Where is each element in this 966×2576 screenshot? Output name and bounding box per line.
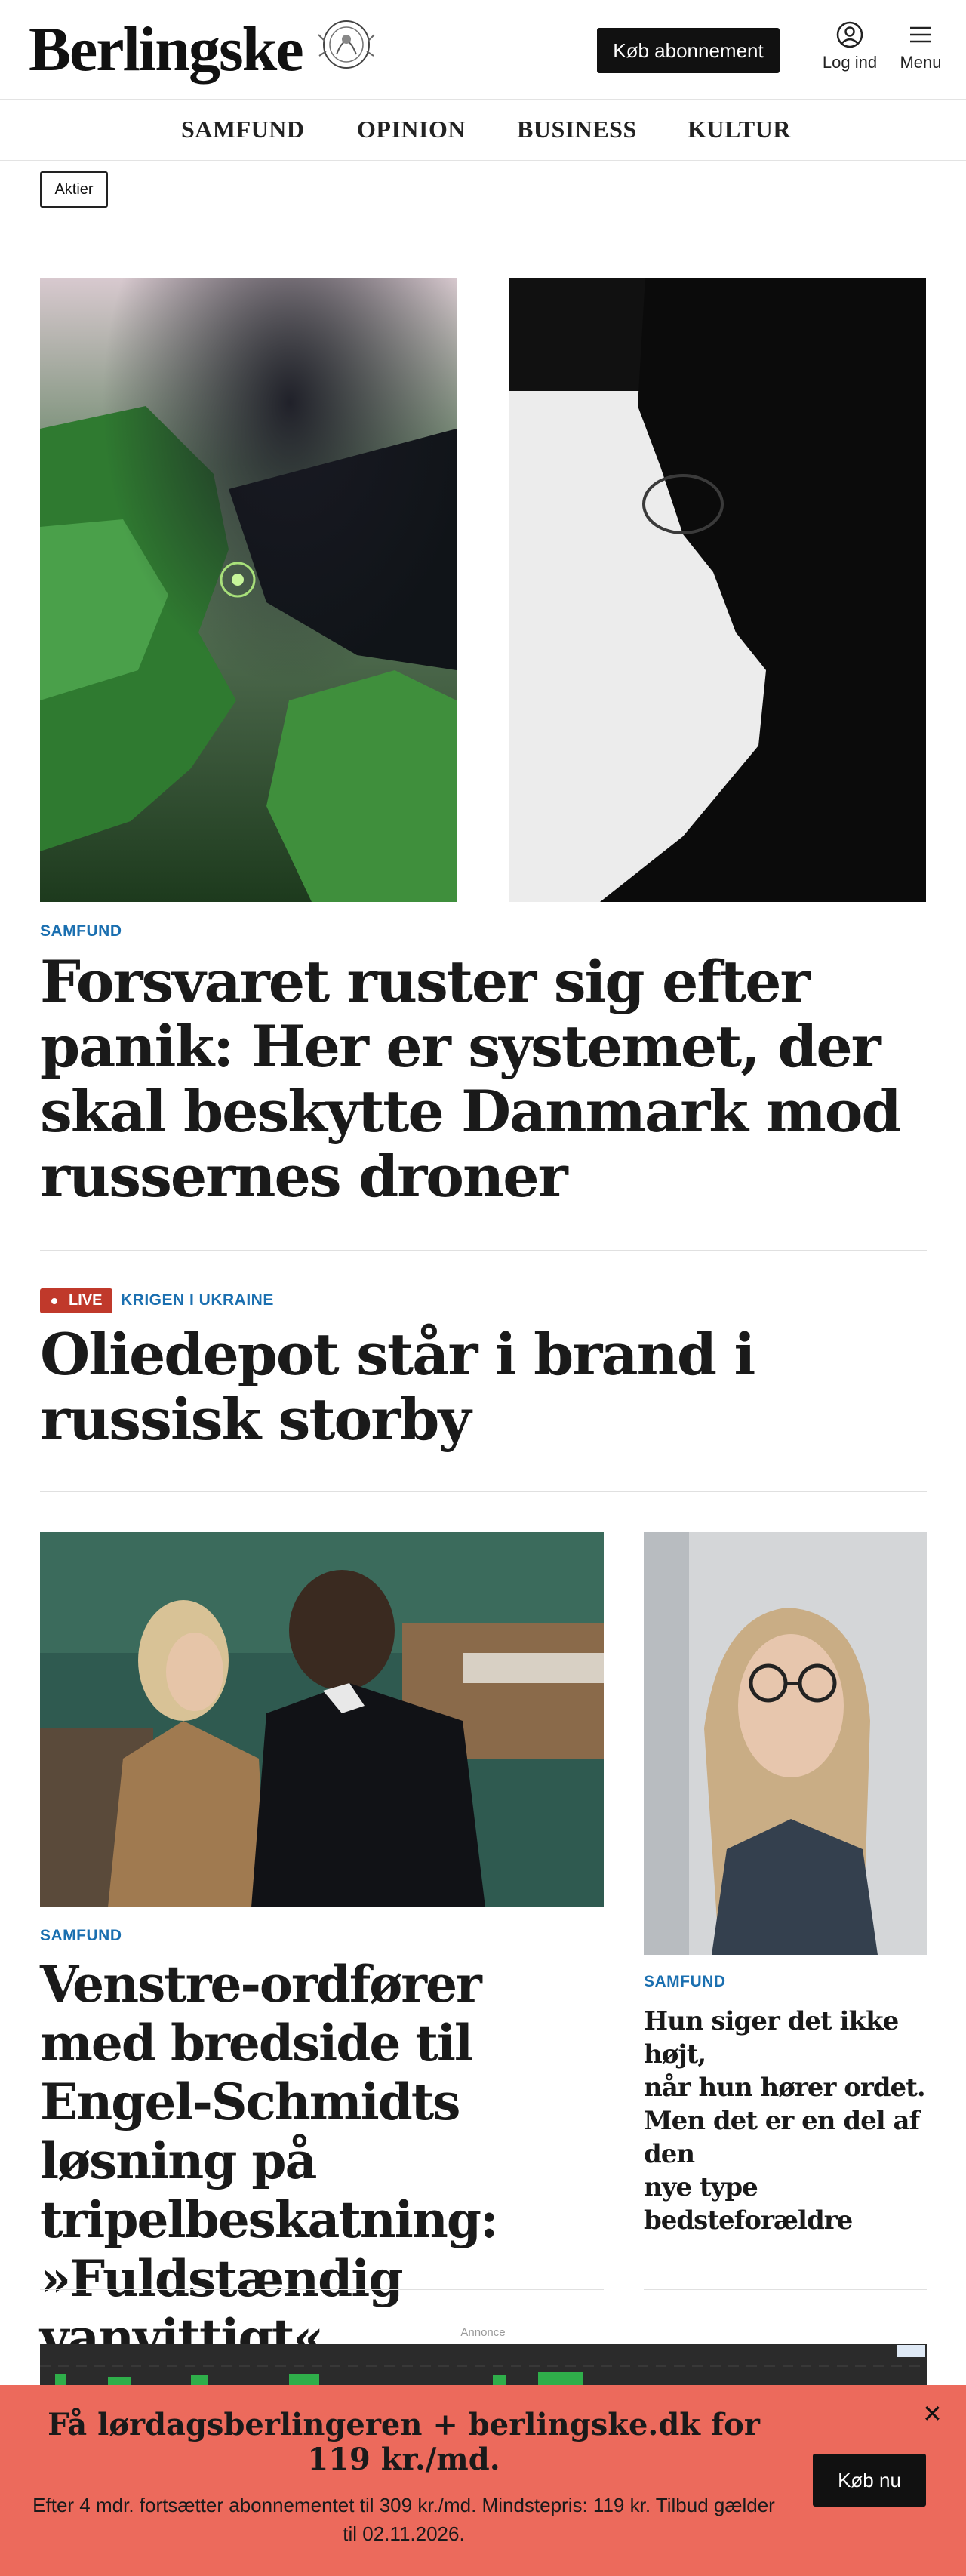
ad-label: Annonce [460,2326,506,2339]
nav-item-business[interactable]: BUSINESS [517,115,637,143]
story-main-kicker[interactable]: SAMFUND [40,1927,122,1945]
topic-tag-aktier[interactable]: Aktier [40,171,108,208]
close-icon[interactable]: ✕ [922,2402,943,2426]
subscribe-button[interactable]: Køb abonnement [597,28,780,73]
story-image-portrait[interactable] [644,1532,927,1955]
story-side-headline-line: Hun siger det ikke højt, [644,2006,899,2070]
live-kicker[interactable]: KRIGEN I UKRAINE [121,1291,274,1310]
story-image-parliament[interactable] [40,1532,604,1907]
banner-title: Få lørdagsberlingeren + berlingske.dk fo… [48,2407,760,2477]
lead-headline[interactable]: Forsvaret ruster sig efter panik: Her er… [40,949,931,1209]
banner-subtitle: Efter 4 mdr. fortsætter abonnementet til… [32,2494,775,2545]
nav-item-opinion[interactable]: OPINION [357,115,466,143]
story-side-headline-line: nye type [644,2172,758,2202]
nav-item-samfund[interactable]: SAMFUND [181,115,304,143]
divider [40,1250,927,1251]
ad-banner[interactable] [40,2344,927,2389]
live-badge: LIVE [40,1288,112,1313]
subscription-banner: ✕ Få lørdagsberlingeren + berlingske.dk … [0,2385,966,2576]
lead-image-silhouette[interactable] [509,278,926,902]
divider [40,2289,604,2290]
nav-item-kultur[interactable]: KULTUR [688,115,791,143]
lead-image-map[interactable] [40,278,457,902]
hamburger-icon [910,26,931,43]
buy-now-button[interactable]: Køb nu [813,2454,926,2507]
menu-label: Menu [900,53,942,72]
user-icon [836,21,863,48]
menu-button[interactable]: Menu [894,21,947,72]
login-button[interactable]: Log ind [821,21,878,72]
live-dot-icon [51,1298,57,1304]
lead-kicker[interactable]: SAMFUND [40,922,122,940]
crest-icon [315,18,377,71]
story-side-headline[interactable]: Hun siger det ikke højt, når hun hører o… [644,2005,931,2237]
divider [40,1491,927,1492]
live-headline[interactable]: Oliedepot står i brand i russisk storby [40,1322,931,1452]
site-header: Berlingske Køb abonnement Log ind Menu [0,0,966,100]
story-side-headline-line: når hun hører ordet. [644,2073,926,2103]
story-side-headline-line: Men det er en del af den [644,2106,920,2169]
login-label: Log ind [822,53,878,72]
story-side-headline-line: bedsteforældre [644,2205,853,2236]
story-side-kicker[interactable]: SAMFUND [644,1973,726,1991]
site-logo[interactable]: Berlingske [29,14,304,86]
live-badge-label: LIVE [69,1292,103,1309]
divider [644,2289,927,2290]
story-main-headline[interactable]: Venstre-ordfører med bredside til Engel-… [40,1955,606,2367]
section-nav: SAMFUND OPINION BUSINESS KULTUR [0,100,966,161]
